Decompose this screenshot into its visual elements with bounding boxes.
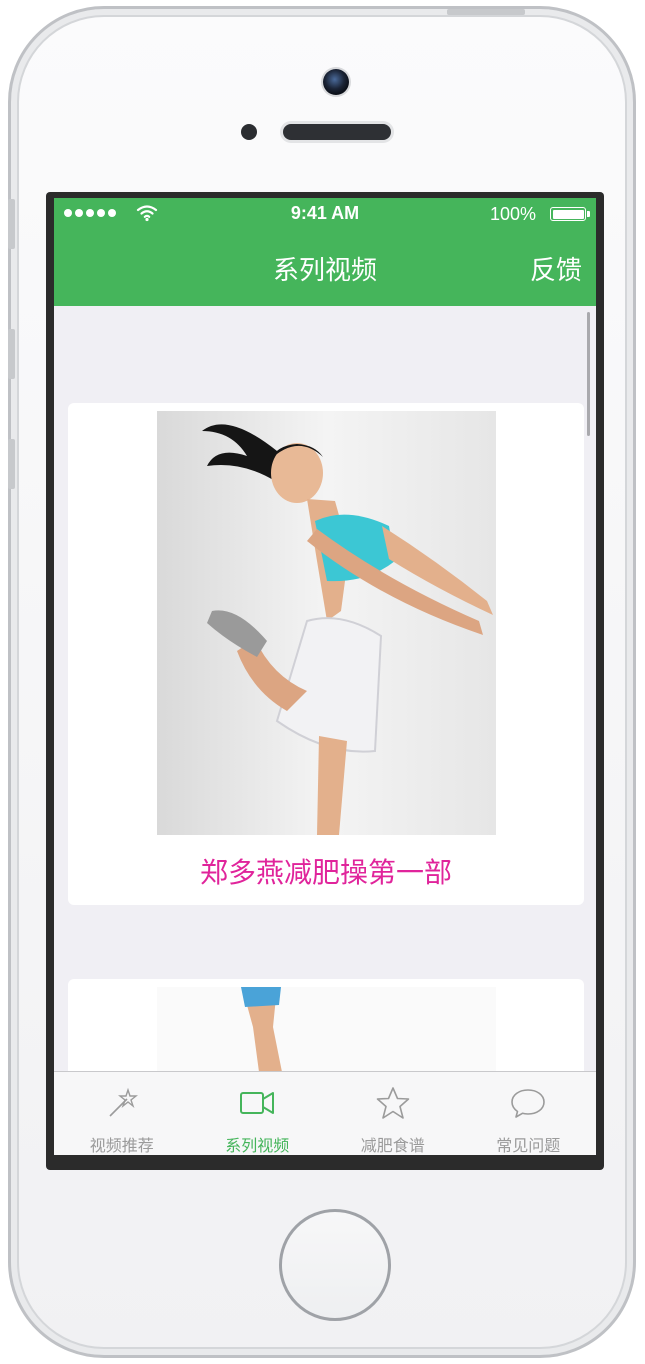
power-button [447, 9, 525, 15]
app-display: 9:41 AM 100% 系列视频 反馈 郑多燕减肥操第一部 视频推荐 系列视频… [54, 198, 596, 1155]
front-camera [323, 69, 349, 95]
volume-up-button [8, 329, 15, 379]
video-card[interactable]: 郑多燕减肥操第一部 [68, 403, 584, 905]
woman-exercising-photo-2[interactable] [157, 987, 496, 1076]
screen: 9:41 AM 100% 系列视频 反馈 郑多燕减肥操第一部 视频推荐 系列视频… [46, 192, 604, 1170]
tab-bar: 视频推荐 系列视频 减肥食谱 常见问题 [54, 1071, 596, 1155]
feedback-button[interactable]: 反馈 [530, 250, 582, 287]
proximity-sensor [241, 124, 257, 140]
tab-label: 系列视频 [225, 1138, 290, 1155]
video-card[interactable] [68, 979, 584, 1076]
tab-faq[interactable]: 常见问题 [461, 1072, 597, 1155]
navigation-bar: 9:41 AM 100% 系列视频 反馈 [54, 198, 596, 306]
tab-label: 减肥食谱 [360, 1138, 425, 1155]
tab-diet-recipes[interactable]: 减肥食谱 [325, 1072, 461, 1155]
video-camera-icon [240, 1092, 275, 1114]
magic-wand-icon [109, 1087, 138, 1117]
woman-exercising-photo[interactable] [157, 411, 496, 835]
battery-percentage: 100% [489, 204, 536, 224]
tab-label: 常见问题 [496, 1138, 561, 1155]
earpiece-speaker [283, 124, 391, 140]
battery-icon [550, 207, 590, 221]
star-icon [376, 1087, 410, 1119]
tab-video-recommend[interactable]: 视频推荐 [54, 1072, 190, 1155]
video-list[interactable]: 郑多燕减肥操第一部 [54, 306, 596, 1076]
video-title[interactable]: 郑多燕减肥操第一部 [68, 851, 584, 891]
chat-bubble-icon [511, 1089, 546, 1118]
volume-down-button [8, 439, 15, 489]
status-bar: 9:41 AM 100% [54, 198, 596, 230]
tab-label: 视频推荐 [89, 1138, 154, 1155]
tab-series-videos[interactable]: 系列视频 [190, 1072, 326, 1155]
mute-switch [8, 199, 15, 249]
home-button[interactable] [279, 1209, 391, 1321]
scroll-indicator [587, 312, 590, 436]
page-title: 系列视频 [272, 255, 377, 285]
